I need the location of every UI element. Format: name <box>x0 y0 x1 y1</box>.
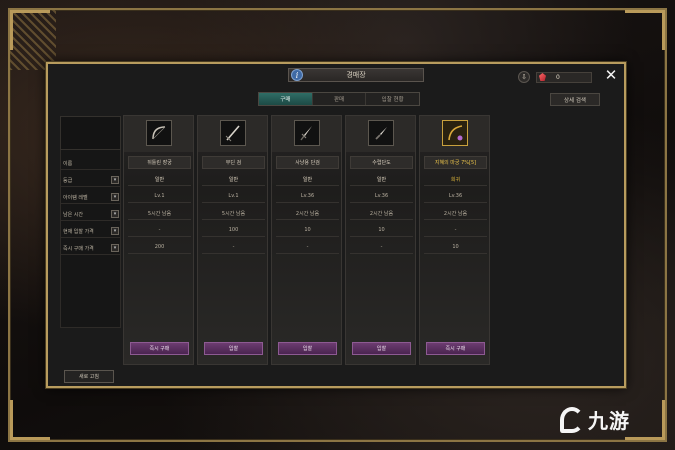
item-current-bid: 100 <box>202 224 265 237</box>
item-grade: 일반 <box>128 173 191 186</box>
item-level: Lv.36 <box>350 190 413 203</box>
chevron-down-icon[interactable]: ▾ <box>111 210 119 218</box>
item-name: 뒤틀린 장궁 <box>128 156 191 169</box>
bid-button[interactable]: 입찰 <box>352 342 411 355</box>
detail-search-button[interactable]: 상세 검색 <box>550 93 600 106</box>
window-title: 경매장 <box>288 68 424 82</box>
buy-now-button[interactable]: 즉시 구매 <box>130 342 189 355</box>
labels-header-empty <box>60 116 121 150</box>
item-buyout-price: - <box>276 241 339 254</box>
item-time-left: 2시간 남음 <box>424 207 487 220</box>
row-label-name: 이름 <box>60 157 121 170</box>
sort-icon[interactable]: ⇩ <box>518 71 530 83</box>
item-level: Lv.36 <box>424 190 487 203</box>
item-card[interactable]: 무딘 검 일반 Lv.1 5시간 남음 100 - 입찰 <box>197 115 268 365</box>
item-card[interactable]: 수렵단도 일반 Lv.36 2시간 남음 10 - 입찰 <box>345 115 416 365</box>
magic-bow-icon <box>442 120 468 146</box>
card-thumb-area <box>272 116 341 152</box>
chevron-down-icon[interactable]: ▾ <box>111 227 119 235</box>
chevron-down-icon[interactable]: ▾ <box>111 193 119 201</box>
item-card[interactable]: 뒤틀린 장궁 일반 Lv.1 5시간 남음 - 200 즉시 구매 <box>123 115 194 365</box>
row-label-text: 남은 시간 <box>63 211 83 218</box>
watermark: 九游 <box>560 405 630 434</box>
currency-display: ⇩ 0 <box>518 71 592 83</box>
item-time-left: 2시간 남음 <box>350 207 413 220</box>
frame-corner <box>625 400 665 440</box>
item-card[interactable]: 지혜의 마궁 7%[5] 희귀 Lv.36 2시간 남음 - 10 즉시 구매 <box>419 115 490 365</box>
bid-button[interactable]: 입찰 <box>204 342 263 355</box>
tab-sell[interactable]: 판매 <box>313 93 367 105</box>
item-name: 무딘 검 <box>202 156 265 169</box>
card-thumb-area <box>346 116 415 152</box>
frame-corner <box>10 10 50 50</box>
card-thumb-area <box>420 116 489 152</box>
close-icon[interactable]: ✕ <box>604 68 618 83</box>
item-name: 수렵단도 <box>350 156 413 169</box>
item-time-left: 2시간 남음 <box>276 207 339 220</box>
item-grade: 희귀 <box>424 173 487 186</box>
chevron-down-icon[interactable]: ▾ <box>111 176 119 184</box>
item-grade: 일반 <box>276 173 339 186</box>
info-icon[interactable]: i <box>291 69 303 81</box>
item-current-bid: - <box>424 224 487 237</box>
frame-corner <box>10 400 50 440</box>
item-card[interactable]: 사냥용 단검 일반 Lv.36 2시간 남음 10 - 입찰 <box>271 115 342 365</box>
item-level: Lv.1 <box>128 190 191 203</box>
buy-now-button[interactable]: 즉시 구매 <box>426 342 485 355</box>
tab-bid-status[interactable]: 입찰 현황 <box>366 93 419 105</box>
gem-balance: 0 <box>536 71 592 83</box>
item-grade: 일반 <box>202 173 265 186</box>
tab-buy[interactable]: 구매 <box>259 93 313 105</box>
row-label-item-level: 아이템 레벨 ▾ <box>60 191 121 204</box>
item-level: Lv.36 <box>276 190 339 203</box>
bow-icon <box>146 120 172 146</box>
frame-corner <box>625 10 665 50</box>
titlebar: 경매장 i ⇩ 0 ✕ <box>48 64 624 86</box>
item-current-bid: 10 <box>276 224 339 237</box>
row-labels-column: 이름 등급 ▾ 아이템 레벨 ▾ 남은 시간 ▾ 현재 입찰 가격 ▾ 즉시 구… <box>60 116 121 328</box>
tab-bar: 구매 판매 입찰 현황 <box>258 92 420 106</box>
item-buyout-price: 200 <box>128 241 191 254</box>
bid-button[interactable]: 입찰 <box>278 342 337 355</box>
watermark-text: 九游 <box>588 409 630 433</box>
chevron-down-icon[interactable]: ▾ <box>111 244 119 252</box>
dagger-icon <box>294 120 320 146</box>
item-buyout-price: - <box>350 241 413 254</box>
row-label-text: 아이템 레벨 <box>63 194 88 201</box>
item-current-bid: - <box>128 224 191 237</box>
row-label-buyout: 즉시 구매 가격 ▾ <box>60 242 121 255</box>
sword-icon <box>220 120 246 146</box>
row-label-text: 현재 입찰 가격 <box>63 228 94 235</box>
item-level: Lv.1 <box>202 190 265 203</box>
item-time-left: 5시간 남음 <box>202 207 265 220</box>
item-buyout-price: 10 <box>424 241 487 254</box>
gem-icon <box>539 73 546 81</box>
item-time-left: 5시간 남음 <box>128 207 191 220</box>
auction-window: 경매장 i ⇩ 0 ✕ 구매 판매 입찰 현황 상세 검색 이름 등급 ▾ 아이… <box>46 62 626 388</box>
card-thumb-area <box>124 116 193 152</box>
refresh-button[interactable]: 새로 고침 <box>64 370 114 383</box>
item-name: 지혜의 마궁 7%[5] <box>424 156 487 169</box>
row-label-text: 이름 <box>63 160 73 167</box>
gem-value: 0 <box>556 73 560 81</box>
item-grade: 일반 <box>350 173 413 186</box>
row-label-current-bid: 현재 입찰 가격 ▾ <box>60 225 121 238</box>
row-label-grade: 등급 ▾ <box>60 174 121 187</box>
row-label-time-left: 남은 시간 ▾ <box>60 208 121 221</box>
row-label-text: 즉시 구매 가격 <box>63 245 94 252</box>
watermark-logo-icon <box>560 406 584 433</box>
knife-icon <box>368 120 394 146</box>
item-name: 사냥용 단검 <box>276 156 339 169</box>
item-buyout-price: - <box>202 241 265 254</box>
row-label-text: 등급 <box>63 177 73 184</box>
card-thumb-area <box>198 116 267 152</box>
item-current-bid: 10 <box>350 224 413 237</box>
